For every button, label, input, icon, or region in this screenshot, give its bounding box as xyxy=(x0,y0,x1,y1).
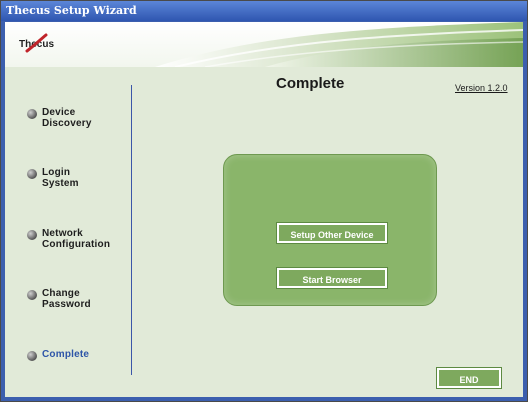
step-bullet-icon xyxy=(27,109,37,119)
sidebar-item-network-configuration: Network Configuration xyxy=(27,228,110,250)
page-title: Complete xyxy=(276,75,345,92)
logo-swoosh-icon xyxy=(25,33,48,53)
sidebar-item-login-system: Login System xyxy=(27,167,79,189)
step-bullet-icon xyxy=(27,351,37,361)
end-button[interactable]: END xyxy=(437,368,501,388)
header-banner: Thecus xyxy=(5,22,523,67)
version-link[interactable]: Version 1.2.0 xyxy=(455,83,508,93)
sidebar-item-complete: Complete xyxy=(27,349,89,361)
sidebar-item-label: Change Password xyxy=(42,288,91,310)
setup-other-device-button[interactable]: Setup Other Device xyxy=(277,223,387,243)
sidebar-item-label: Network Configuration xyxy=(42,228,111,250)
step-bullet-icon xyxy=(27,169,37,179)
start-browser-button[interactable]: Start Browser xyxy=(277,268,387,288)
sidebar-item-label: Device Discovery xyxy=(42,107,92,129)
sidebar-item-label: Login System xyxy=(42,167,79,189)
step-bullet-icon xyxy=(27,290,37,300)
header-swoosh-graphic xyxy=(155,22,523,67)
step-bullet-icon xyxy=(27,230,37,240)
thecus-logo: Thecus xyxy=(19,33,65,55)
sidebar-divider xyxy=(131,85,132,375)
sidebar-item-device-discovery: Device Discovery xyxy=(27,107,92,129)
sidebar-item-change-password: Change Password xyxy=(27,288,91,310)
wizard-window: Thecus Setup Wizard Thecus Device Discov… xyxy=(0,0,528,402)
sidebar-item-label: Complete xyxy=(42,349,90,360)
window-title: Thecus Setup Wizard xyxy=(1,1,527,21)
wizard-client-area: Thecus Device Discovery Login System Net… xyxy=(5,22,523,397)
